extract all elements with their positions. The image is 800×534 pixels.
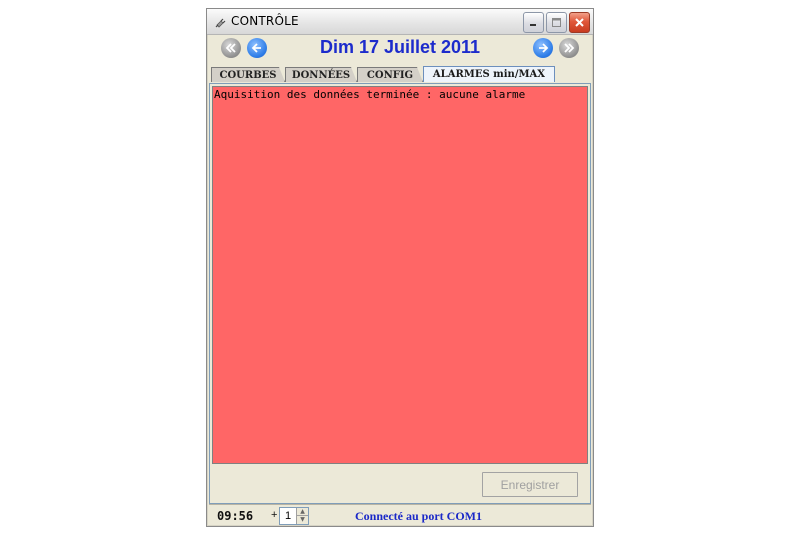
first-day-button[interactable]	[221, 38, 241, 58]
arrow-left-icon	[251, 43, 261, 53]
previous-day-button[interactable]	[247, 38, 267, 58]
last-day-button[interactable]	[559, 38, 579, 58]
spinner-down-button[interactable]: ▼	[296, 516, 308, 524]
title-bar[interactable]: CONTRÔLE	[207, 9, 593, 35]
date-navigation: Dim 17 Juillet 2011	[207, 35, 593, 67]
tab-alarmes[interactable]: ALARMES min/MAX	[423, 66, 555, 82]
minimize-button[interactable]	[523, 12, 544, 33]
minimize-icon	[530, 24, 536, 26]
status-bar: 09:56 + 1 ▲ ▼ Connecté au port COM1	[209, 504, 591, 526]
maximize-button[interactable]	[546, 12, 567, 33]
offset-sign: +	[271, 509, 278, 521]
spinner-up-button[interactable]: ▲	[296, 508, 308, 516]
connection-status: Connecté au port COM1	[355, 509, 482, 523]
alarm-panel: Aquisition des données terminée : aucune…	[209, 83, 591, 504]
next-day-button[interactable]	[533, 38, 553, 58]
tab-config[interactable]: CONFIG	[357, 67, 423, 82]
current-date: Dim 17 Juillet 2011	[319, 37, 481, 57]
window-title: CONTRÔLE	[231, 14, 299, 28]
arrow-right-icon	[539, 43, 549, 53]
spinner-value[interactable]: 1	[280, 508, 296, 524]
double-chevron-left-icon	[225, 43, 236, 53]
control-window: CONTRÔLE Dim 17 Juillet 2011 COURBES DON…	[206, 8, 594, 527]
close-icon	[575, 18, 584, 27]
double-chevron-right-icon	[564, 43, 575, 53]
plug-icon	[215, 18, 226, 28]
maximize-icon	[552, 18, 561, 27]
alarm-message: Aquisition des données terminée : aucune…	[214, 88, 526, 101]
save-button[interactable]: Enregistrer	[482, 472, 578, 497]
alarm-log[interactable]: Aquisition des données terminée : aucune…	[212, 86, 588, 464]
close-button[interactable]	[569, 12, 590, 33]
tab-donnees[interactable]: DONNÉES	[285, 67, 357, 82]
clock: 09:56	[217, 509, 254, 523]
tab-courbes[interactable]: COURBES	[211, 67, 285, 82]
offset-spinner[interactable]: 1 ▲ ▼	[279, 507, 309, 525]
